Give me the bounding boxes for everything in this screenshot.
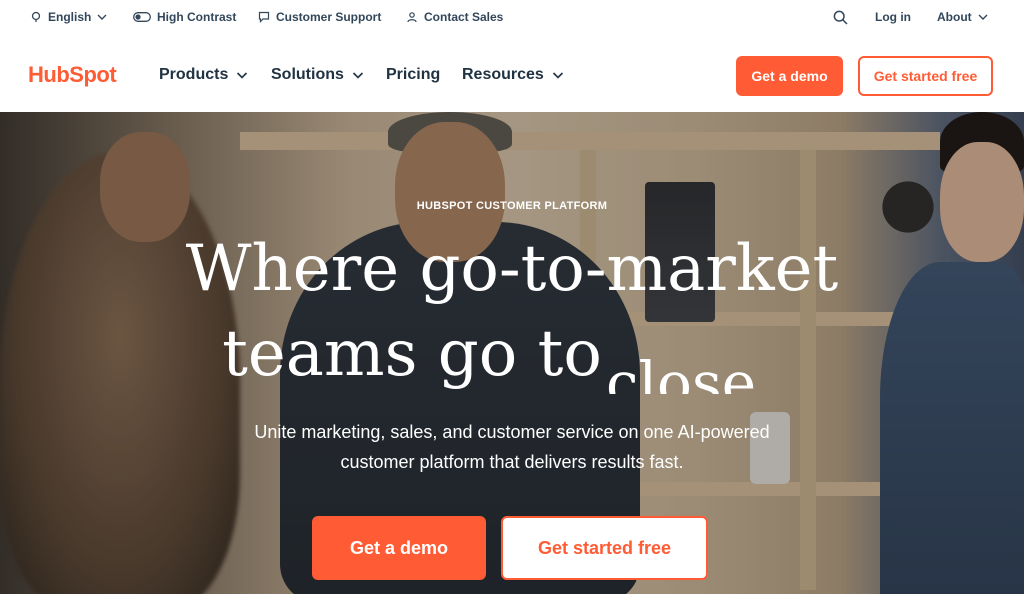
- nav-item-label: Products: [159, 66, 229, 83]
- language-selector[interactable]: English: [30, 0, 107, 34]
- hubspot-logo[interactable]: HubSpot: [28, 62, 117, 88]
- login-label: Log in: [875, 10, 911, 24]
- search-button[interactable]: [833, 0, 848, 34]
- language-label: English: [48, 10, 92, 24]
- high-contrast-label: High Contrast: [157, 10, 237, 24]
- hero-get-started-free-button[interactable]: Get started free: [501, 516, 708, 580]
- login-link[interactable]: Log in: [875, 0, 911, 34]
- hero-headline-line1: Where go-to-market: [185, 232, 839, 306]
- logo-text: HubSpot: [28, 62, 117, 87]
- get-started-free-button[interactable]: Get started free: [858, 56, 993, 96]
- nav-item-resources[interactable]: Resources: [462, 66, 564, 84]
- hero-subtitle-line2: customer platform that delivers results …: [340, 452, 684, 472]
- chevron-down-icon: [352, 72, 363, 79]
- chevron-down-icon: [237, 72, 248, 79]
- about-menu[interactable]: About: [937, 0, 988, 34]
- chat-icon: [258, 11, 270, 23]
- customer-support-link[interactable]: Customer Support: [258, 0, 381, 34]
- main-nav: HubSpot Products Solutions Pricing Resou…: [0, 40, 1024, 112]
- about-label: About: [937, 10, 972, 24]
- hero-eyebrow: HUBSPOT CUSTOMER PLATFORM: [416, 200, 608, 212]
- hero-section: HUBSPOT CUSTOMER PLATFORM Where go-to-ma…: [0, 112, 1024, 594]
- chevron-down-icon: [978, 14, 988, 20]
- hero-headline-animated-word: close: [606, 354, 757, 394]
- chevron-down-icon: [552, 72, 563, 79]
- nav-item-label: Resources: [462, 66, 544, 83]
- globe-icon: [31, 11, 41, 22]
- person-icon: [407, 12, 417, 23]
- nav-item-label: Solutions: [271, 66, 344, 83]
- toggle-icon: [133, 12, 151, 22]
- chevron-down-icon: [97, 14, 107, 20]
- utility-bar: English High Contrast Customer Support C…: [0, 0, 1024, 34]
- nav-item-solutions[interactable]: Solutions: [271, 66, 364, 84]
- hero-subtitle-line1: Unite marketing, sales, and customer ser…: [254, 422, 770, 442]
- customer-support-label: Customer Support: [276, 10, 382, 24]
- hero-headline-line2: teams go to: [222, 317, 602, 391]
- get-demo-button[interactable]: Get a demo: [736, 56, 843, 96]
- hero-get-demo-button[interactable]: Get a demo: [312, 516, 486, 580]
- high-contrast-toggle[interactable]: High Contrast: [133, 0, 236, 34]
- contact-sales-link[interactable]: Contact Sales: [406, 0, 503, 34]
- nav-item-label: Pricing: [386, 66, 441, 83]
- search-icon: [833, 10, 848, 25]
- nav-item-pricing[interactable]: Pricing: [386, 66, 440, 84]
- nav-item-products[interactable]: Products: [159, 66, 248, 84]
- contact-sales-label: Contact Sales: [424, 10, 504, 24]
